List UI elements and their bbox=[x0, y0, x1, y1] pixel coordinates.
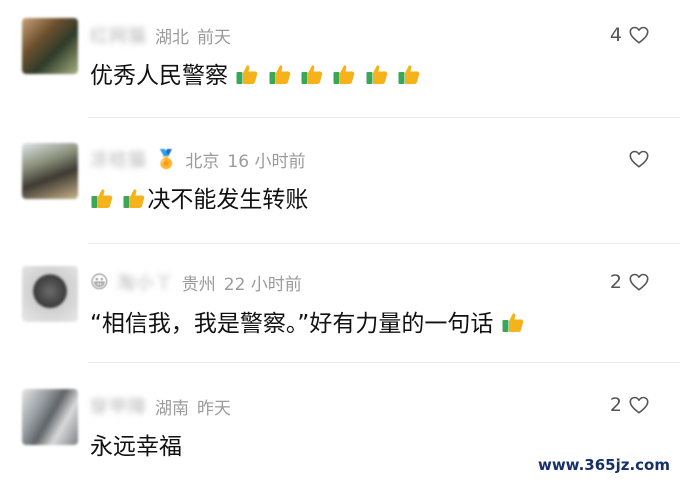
heart-icon bbox=[629, 396, 649, 414]
location-label: 湖北 bbox=[155, 27, 189, 48]
location-label: 湖南 bbox=[155, 398, 189, 419]
like-count: 2 bbox=[609, 271, 622, 293]
like-button[interactable] bbox=[622, 148, 650, 170]
thumbs-up-icon bbox=[236, 65, 258, 84]
comment-item: 😀 淘小丫 贵州 22 小时前 2 “相信我，我是警察。”好有力量的一句话 bbox=[0, 244, 680, 363]
like-count: 2 bbox=[609, 394, 622, 416]
comment-text-content: “相信我，我是警察。”好有力量的一句话 bbox=[90, 311, 494, 337]
emoji-avatar-badge-icon: 😀 bbox=[90, 271, 109, 293]
time-label: 昨天 bbox=[197, 398, 231, 419]
comment-item: 红网猫 湖北 前天 4 优秀人民警察 bbox=[0, 0, 680, 118]
user-avatar[interactable] bbox=[22, 389, 78, 445]
nickname[interactable]: 红网猫 bbox=[90, 22, 147, 48]
thumbs-up-icon bbox=[269, 65, 290, 84]
heart-icon bbox=[629, 26, 649, 44]
thumbs-up-icon bbox=[91, 189, 113, 208]
comment-header: 红网猫 湖北 前天 bbox=[90, 22, 231, 48]
time-label: 16 小时前 bbox=[227, 151, 306, 172]
thumbs-up-icon bbox=[366, 65, 387, 84]
nickname[interactable]: 淘小丫 bbox=[117, 269, 174, 295]
comment-text: “相信我，我是警察。”好有力量的一句话 bbox=[90, 304, 526, 338]
comment-text: 永远幸福 bbox=[90, 427, 182, 461]
heart-icon bbox=[629, 150, 649, 168]
heart-icon bbox=[629, 273, 649, 291]
location-label: 北京 bbox=[185, 151, 220, 172]
comment-text: 优秀人民警察 bbox=[90, 56, 422, 90]
thumbs-up-emoji-group bbox=[90, 187, 147, 213]
thumbs-up-icon bbox=[301, 65, 323, 84]
medal-badge-icon: 🏅 bbox=[155, 148, 178, 170]
comment-text-content: 优秀人民警察 bbox=[90, 63, 228, 89]
comment-text: 决不能发生转账 bbox=[90, 180, 308, 214]
thumbs-up-emoji-group bbox=[228, 63, 422, 89]
time-label: 22 小时前 bbox=[223, 274, 302, 295]
like-button[interactable]: 2 bbox=[610, 394, 650, 416]
like-button[interactable]: 4 bbox=[610, 24, 650, 46]
like-button[interactable]: 2 bbox=[610, 271, 650, 293]
comment-text-content: 永远幸福 bbox=[90, 434, 182, 460]
nickname[interactable]: 凉桔猫 bbox=[90, 146, 147, 172]
time-label: 前天 bbox=[197, 27, 231, 48]
comment-text-content: 决不能发生转账 bbox=[147, 187, 309, 213]
comment-header: 😀 淘小丫 贵州 22 小时前 bbox=[90, 269, 302, 295]
thumbs-up-icon bbox=[502, 313, 523, 332]
nickname[interactable]: 穿甲障 bbox=[90, 393, 147, 419]
watermark: www.365jz.com bbox=[537, 456, 670, 474]
user-avatar[interactable] bbox=[22, 143, 78, 199]
user-avatar[interactable] bbox=[22, 266, 78, 322]
thumbs-up-icon bbox=[333, 65, 355, 84]
like-count: 4 bbox=[609, 24, 622, 46]
comment-header: 凉桔猫 🏅 北京 16 小时前 bbox=[90, 146, 305, 172]
user-avatar[interactable] bbox=[22, 18, 78, 74]
location-label: 贵州 bbox=[181, 274, 216, 295]
thumbs-up-emoji-group bbox=[493, 311, 525, 337]
comment-item: 凉桔猫 🏅 北京 16 小时前 决不能发生转账 bbox=[0, 118, 680, 244]
comment-header: 穿甲障 湖南 昨天 bbox=[90, 393, 231, 419]
thumbs-up-icon bbox=[398, 65, 420, 84]
thumbs-up-icon bbox=[123, 189, 145, 208]
